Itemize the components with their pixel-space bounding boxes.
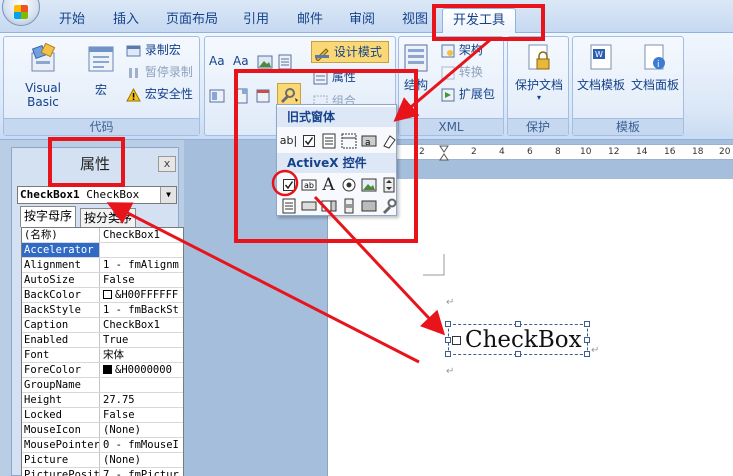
arrow-gallery-to-checkbox	[313, 195, 446, 336]
arrow-tab-to-gallery	[393, 38, 491, 122]
arrow-checkbox-to-properties	[106, 202, 420, 364]
annotation-arrows	[106, 38, 491, 364]
